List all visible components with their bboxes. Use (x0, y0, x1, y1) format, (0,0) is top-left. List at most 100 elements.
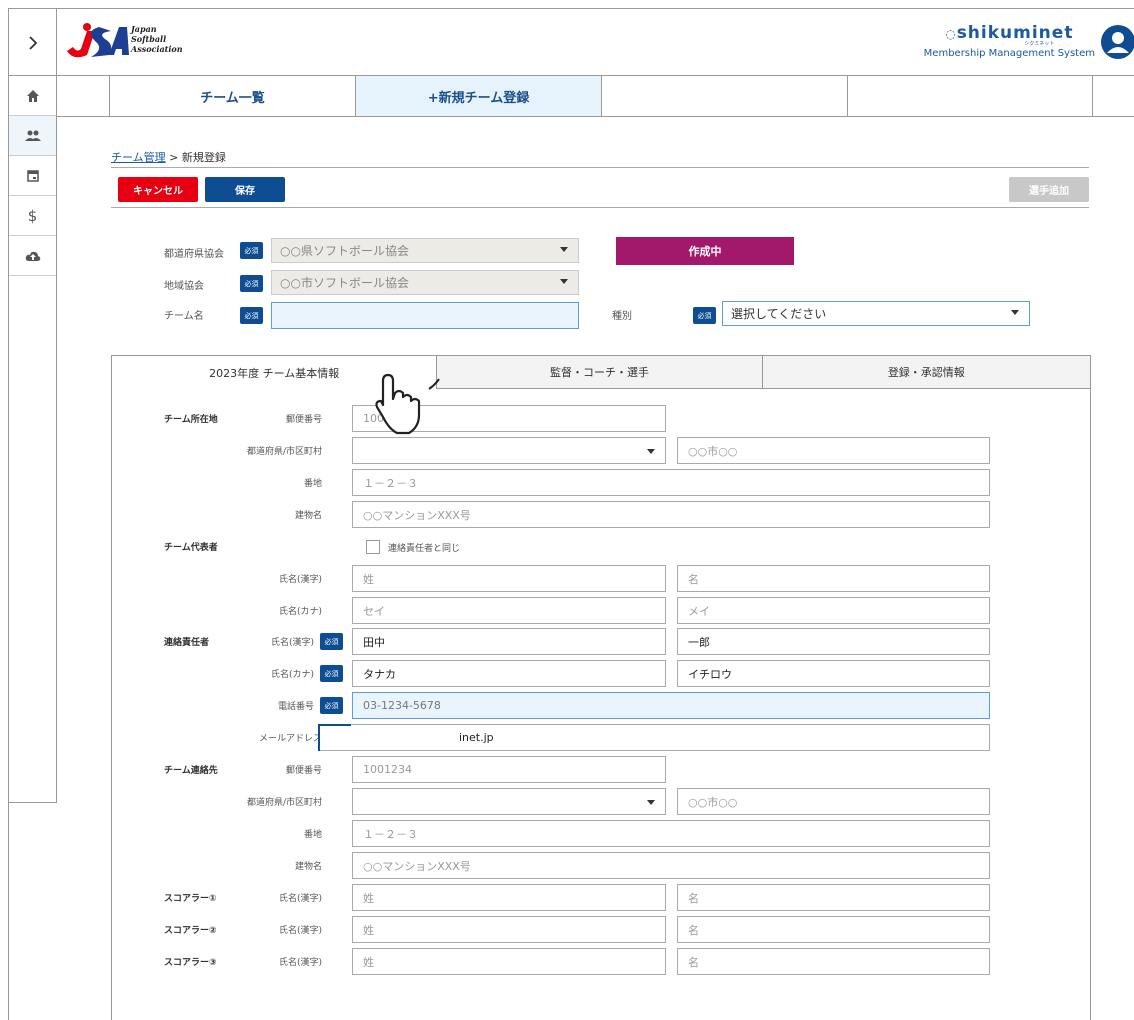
prefecture-label: 都道府県協会 (164, 249, 224, 260)
team-name-input[interactable] (271, 302, 579, 329)
name-kanji-label: 氏名(漢字) (278, 894, 322, 904)
team-address-input[interactable]: １－２－３ (352, 820, 990, 847)
type-select[interactable]: 選択してください (722, 301, 1030, 326)
building-label: 建物名 (294, 511, 322, 521)
home-icon (26, 89, 39, 102)
team-city-input[interactable]: ○○市○○ (677, 788, 990, 815)
type-value: 選択してください (731, 307, 827, 321)
panel-tabs: 2023年度 チーム基本情報 監督・コーチ・選手 登録・承認情報 (112, 356, 1090, 389)
cancel-button[interactable]: キャンセル (118, 177, 198, 202)
add-player-button[interactable]: 選手追加 (1009, 177, 1089, 202)
scorer2-first-input[interactable]: 名 (677, 916, 990, 943)
chevron-down-icon (1011, 310, 1019, 315)
team-name-label: チーム名 (164, 311, 204, 322)
main-nav-tabs: チーム一覧 +新規チーム登録 (57, 76, 1134, 117)
contact-last-kana-input[interactable]: タナカ (352, 660, 666, 687)
user-avatar-icon[interactable] (1101, 25, 1134, 59)
region-select[interactable]: ○○市ソフトボール協会 (271, 270, 579, 295)
sidebar-item-home[interactable] (9, 76, 56, 116)
sidebar-item-upload[interactable] (9, 236, 56, 276)
row-team-pref-city: 都道府県/市区町村 ○○市○○ (112, 787, 1092, 817)
section-location: チーム所在地 (164, 415, 218, 425)
scorer3-first-input[interactable]: 名 (677, 948, 990, 975)
app-frame: Japan Softball Association ◌shikuminet シ… (8, 8, 1134, 1020)
breadcrumb-current: 新規登録 (181, 151, 226, 164)
contact-first-kana-input[interactable]: イチロウ (677, 660, 990, 687)
same-as-contact-checkbox[interactable] (366, 540, 380, 554)
scorer2-last-input[interactable]: 姓 (352, 916, 666, 943)
row-scorer-2: スコアラー② 氏名(漢字) 姓 名 (112, 915, 1092, 945)
tab-registration[interactable]: 登録・承認情報 (762, 356, 1090, 389)
type-label: 種別 (612, 311, 632, 322)
required-badge: 必須 (320, 697, 343, 714)
shikuminet-brand: ◌shikuminet シクミネット Membership Management… (923, 23, 1095, 59)
name-kanji-label: 氏名(漢字) (278, 926, 322, 936)
email-input[interactable]: inet.jp (318, 724, 990, 751)
required-badge: 必須 (320, 665, 343, 682)
section-contact-person: 連絡責任者 (164, 638, 210, 648)
phone-label: 電話番号 (277, 702, 314, 712)
section-scorer-2: スコアラー② (164, 926, 217, 936)
divider (111, 167, 1089, 168)
phone-input[interactable]: 03-1234-5678 (352, 692, 990, 719)
row-scorer-3: スコアラー③ 氏名(漢字) 姓 名 (112, 947, 1092, 977)
contact-first-name-input[interactable]: 一郎 (677, 628, 990, 655)
scorer1-last-input[interactable]: 姓 (352, 884, 666, 911)
tab-staff-players[interactable]: 監督・コーチ・選手 (437, 356, 763, 389)
row-rep-kana: 氏名(カナ) セイ メイ (112, 596, 1092, 626)
required-badge: 必須 (240, 275, 263, 292)
name-kana-label: 氏名(カナ) (278, 607, 322, 617)
row-team-building: 建物名 ○○マンションXXX号 (112, 851, 1092, 881)
postal-label: 郵便番号 (285, 766, 322, 776)
sidebar-item-teams[interactable] (9, 116, 56, 156)
hand-pointer-icon (375, 373, 440, 435)
pref-city-label: 都道府県/市区町村 (246, 447, 322, 457)
address-input[interactable]: １－２－３ (352, 469, 990, 496)
scorer1-first-input[interactable]: 名 (677, 884, 990, 911)
dollar-icon: $ (27, 206, 38, 225)
name-kanji-label: 氏名(漢字) (278, 575, 322, 585)
pref-select[interactable] (352, 437, 666, 464)
divider (111, 207, 1089, 208)
scorer3-last-input[interactable]: 姓 (352, 948, 666, 975)
pref-city-label: 都道府県/市区町村 (246, 798, 322, 808)
team-building-input[interactable]: ○○マンションXXX号 (352, 852, 990, 879)
building-label: 建物名 (294, 862, 322, 872)
breadcrumb-link-team-mgmt[interactable]: チーム管理 (111, 151, 166, 164)
section-scorer-1: スコアラー① (164, 894, 217, 904)
tab-new-team[interactable]: +新規チーム登録 (356, 76, 602, 116)
expand-sidebar-icon[interactable] (9, 9, 57, 76)
prefecture-select[interactable]: ○○県ソフトボール協会 (271, 238, 579, 263)
row-rep: チーム代表者 連絡責任者と同じ (112, 532, 1092, 562)
rep-first-name-input[interactable]: 名 (677, 565, 990, 592)
breadcrumb: チーム管理 > 新規登録 (111, 149, 226, 165)
tab-empty-2 (848, 76, 1093, 116)
brand-name: shikuminet (956, 23, 1074, 43)
jsa-logo: Japan Softball Association (65, 21, 195, 63)
row-address: 番地 １－２－３ (112, 468, 1092, 498)
row-team-postal: チーム連絡先 郵便番号 1001234 (112, 755, 1092, 785)
save-button[interactable]: 保存 (205, 177, 285, 202)
section-representative: チーム代表者 (164, 543, 218, 553)
section-team-contact: チーム連絡先 (164, 766, 218, 776)
sidebar-item-payment[interactable]: $ (9, 196, 56, 236)
calendar-icon (26, 170, 39, 182)
city-input[interactable]: ○○市○○ (677, 437, 990, 464)
rep-first-kana-input[interactable]: メイ (677, 597, 990, 624)
logo-line-3: Association (131, 44, 183, 54)
rep-last-kana-input[interactable]: セイ (352, 597, 666, 624)
tab-team-list[interactable]: チーム一覧 (110, 76, 356, 116)
row-email: メールアドレス inet.jp (112, 723, 1092, 753)
rep-last-name-input[interactable]: 姓 (352, 565, 666, 592)
required-badge: 必須 (320, 633, 343, 650)
required-badge: 必須 (240, 307, 263, 324)
same-as-contact-label: 連絡責任者と同じ (388, 544, 461, 554)
team-pref-select[interactable] (352, 788, 666, 815)
team-postal-input[interactable]: 1001234 (352, 756, 666, 783)
required-badge: 必須 (693, 307, 716, 324)
row-pref-city: 都道府県/市区町村 ○○市○○ (112, 436, 1092, 466)
sidebar-item-calendar[interactable] (9, 156, 56, 196)
contact-last-name-input[interactable]: 田中 (352, 628, 666, 655)
row-scorer-1: スコアラー① 氏名(漢字) 姓 名 (112, 883, 1092, 913)
building-input[interactable]: ○○マンションXXX号 (352, 501, 990, 528)
